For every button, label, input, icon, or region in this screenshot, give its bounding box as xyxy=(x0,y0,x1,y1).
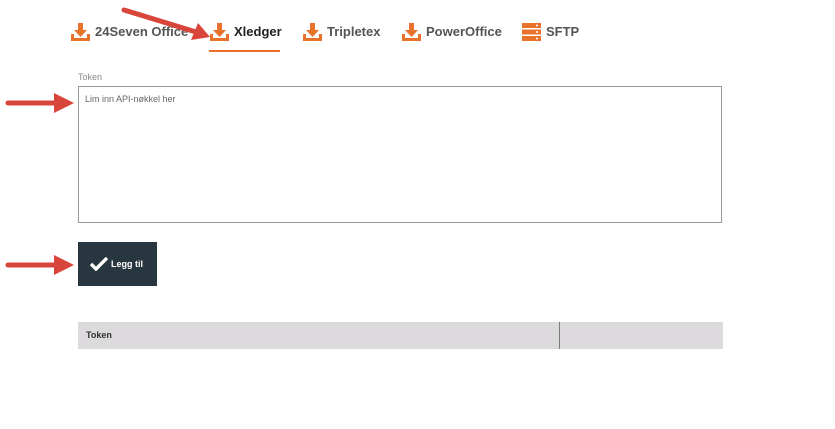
tab-label: Tripletex xyxy=(327,24,381,39)
tab-sftp[interactable]: SFTP xyxy=(521,22,579,50)
download-icon xyxy=(210,23,229,41)
download-icon xyxy=(71,23,90,41)
integration-tabs: 24Seven Office Xledger Tripletex PowerOf… xyxy=(0,0,835,60)
table-header-token: Token xyxy=(78,322,560,349)
annotation-arrow xyxy=(5,93,74,113)
tab-label: 24Seven Office xyxy=(95,24,189,39)
download-icon xyxy=(402,23,421,41)
add-token-button[interactable]: Legg til xyxy=(78,242,157,286)
tab-24seven-office[interactable]: 24Seven Office xyxy=(70,22,188,50)
add-button-label: Legg til xyxy=(111,259,143,269)
download-icon xyxy=(303,23,322,41)
token-table: Token xyxy=(78,322,723,349)
tab-poweroffice[interactable]: PowerOffice xyxy=(401,22,502,50)
check-icon xyxy=(90,257,108,271)
tab-label: PowerOffice xyxy=(426,24,502,39)
table-header-actions xyxy=(560,322,723,349)
tab-xledger[interactable]: Xledger xyxy=(209,22,282,50)
server-icon xyxy=(522,23,541,41)
annotation-arrow xyxy=(5,255,74,275)
token-label: Token xyxy=(78,72,103,82)
token-input[interactable] xyxy=(78,86,722,223)
active-tab-indicator xyxy=(209,50,280,52)
tab-label: Xledger xyxy=(234,24,282,39)
tab-tripletex[interactable]: Tripletex xyxy=(302,22,380,50)
tab-label: SFTP xyxy=(546,24,580,39)
